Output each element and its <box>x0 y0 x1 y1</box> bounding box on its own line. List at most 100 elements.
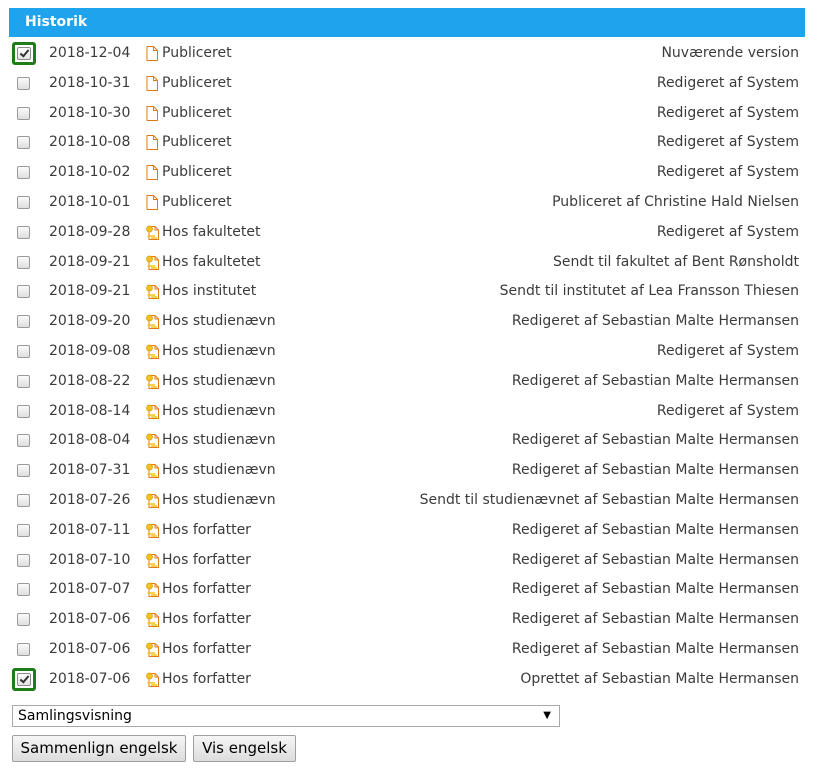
document-pending-icon <box>146 344 159 359</box>
history-row: 2018-07-26 Hos studienævn Sendt til studie… <box>9 487 805 517</box>
version-checkbox[interactable] <box>17 255 30 269</box>
history-row: 2018-09-21 Hos fakultetet Sendt til fakult… <box>9 249 805 279</box>
version-date: 2018-09-21 <box>49 253 131 270</box>
version-checkbox[interactable] <box>17 493 30 507</box>
version-checkbox[interactable] <box>17 285 30 299</box>
version-note: Sendt til studienævnet af Sebastian Malt… <box>419 491 799 508</box>
version-status: Publiceret <box>162 74 232 91</box>
version-status: Hos forfatter <box>162 670 251 687</box>
document-pending-icon <box>146 642 159 657</box>
version-status: Hos forfatter <box>162 581 251 598</box>
version-checkbox[interactable] <box>17 225 30 239</box>
version-note: Redigeret af Sebastian Malte Hermansen <box>511 611 799 628</box>
version-note: Redigeret af System <box>656 223 799 240</box>
version-date: 2018-08-04 <box>49 432 131 449</box>
history-row: 2018-07-06 Hos forfatter Redigeret af Seba… <box>9 636 805 666</box>
version-date: 2018-10-02 <box>49 164 131 181</box>
version-checkbox[interactable] <box>17 642 30 656</box>
compare-english-button[interactable]: Sammenlign engelsk <box>12 735 186 762</box>
version-checkbox[interactable] <box>17 315 30 329</box>
document-icon <box>146 194 158 210</box>
history-row: 2018-08-14 Hos studienævn Redigeret af Sys… <box>9 398 805 428</box>
document-icon <box>146 165 158 181</box>
version-note: Redigeret af Sebastian Malte Hermansen <box>511 313 799 330</box>
document-pending-icon <box>146 314 159 330</box>
document-pending-icon <box>146 463 159 479</box>
dropdown-arrow-icon: ▼ <box>543 710 551 721</box>
document-pending-icon <box>146 284 159 300</box>
document-pending-icon <box>146 404 159 419</box>
history-row: 2018-08-04 Hos studienævn Redigeret af Seb… <box>9 427 805 457</box>
document-pending-icon <box>146 672 159 687</box>
document-pending-icon <box>146 582 159 598</box>
version-checkbox[interactable] <box>17 583 30 597</box>
version-checkbox[interactable] <box>17 344 30 358</box>
history-list: 2018-12-04 Publiceret Nuværende version 201… <box>9 40 805 696</box>
version-date: 2018-07-07 <box>49 581 131 598</box>
version-status: Hos studienævn <box>162 491 276 508</box>
version-note: Redigeret af Sebastian Malte Hermansen <box>511 640 799 657</box>
document-pending-icon <box>146 493 159 508</box>
history-row: 2018-10-01 Publiceret Publiceret af Christ… <box>9 189 805 219</box>
version-note: Redigeret af System <box>656 74 799 91</box>
version-date: 2018-10-31 <box>49 74 131 91</box>
history-header: Historik <box>9 8 805 37</box>
history-row: 2018-07-11 Hos forfatter Redigeret af Seba… <box>9 517 805 547</box>
document-pending-icon <box>146 225 159 240</box>
history-row: 2018-10-30 Publiceret Redigeret af System <box>9 100 805 130</box>
version-checkbox[interactable] <box>12 667 36 691</box>
version-status: Hos studienævn <box>162 342 276 359</box>
history-row: 2018-09-21 Hos institutet Sendt til instit… <box>9 278 805 308</box>
version-checkbox[interactable] <box>17 434 30 448</box>
version-status: Hos studienævn <box>162 372 276 389</box>
document-pending-icon <box>146 523 159 538</box>
version-status: Publiceret <box>162 134 232 151</box>
document-icon <box>146 135 158 151</box>
version-note: Redigeret af Sebastian Malte Hermansen <box>511 521 799 538</box>
version-status: Publiceret <box>162 45 232 61</box>
version-date: 2018-09-21 <box>49 283 131 300</box>
version-note: Redigeret af System <box>656 134 799 151</box>
version-checkbox[interactable] <box>17 76 30 90</box>
version-checkbox[interactable] <box>17 613 30 627</box>
version-checkbox[interactable] <box>17 195 30 209</box>
version-note: Redigeret af System <box>656 104 799 121</box>
version-date: 2018-07-11 <box>49 521 131 538</box>
version-status: Hos fakultetet <box>162 223 261 240</box>
view-mode-select[interactable]: Samlingsvisning ▼ <box>12 705 560 727</box>
document-icon <box>146 46 158 61</box>
version-status: Publiceret <box>162 104 232 121</box>
version-checkbox[interactable] <box>17 523 30 537</box>
version-note: Publiceret af Christine Hald Nielsen <box>552 193 799 210</box>
history-row: 2018-09-20 Hos studienævn Redigeret af Seb… <box>9 308 805 338</box>
version-note: Sendt til institutet af Lea Fransson Thi… <box>499 283 799 300</box>
version-date: 2018-10-08 <box>49 134 131 151</box>
history-row: 2018-10-02 Publiceret Redigeret af System <box>9 159 805 189</box>
version-date: 2018-07-06 <box>49 670 131 687</box>
history-row: 2018-12-04 Publiceret Nuværende version <box>9 40 805 70</box>
version-status: Hos studienævn <box>162 313 276 330</box>
version-checkbox[interactable] <box>17 404 30 418</box>
checkmark-icon <box>17 672 31 686</box>
version-checkbox[interactable] <box>17 106 30 120</box>
version-checkbox[interactable] <box>17 374 30 388</box>
history-row: 2018-09-08 Hos studienævn Redigeret af Sys… <box>9 338 805 368</box>
version-note: Redigeret af Sebastian Malte Hermansen <box>511 551 799 568</box>
version-status: Hos studienævn <box>162 462 276 479</box>
view-english-button[interactable]: Vis engelsk <box>193 735 296 762</box>
version-checkbox[interactable] <box>17 166 30 180</box>
document-pending-icon <box>146 255 159 270</box>
document-pending-icon <box>146 433 159 449</box>
version-status: Hos forfatter <box>162 640 251 657</box>
version-note: Redigeret af Sebastian Malte Hermansen <box>511 581 799 598</box>
version-note: Redigeret af System <box>656 342 799 359</box>
version-checkbox[interactable] <box>17 136 30 150</box>
history-row: 2018-07-10 Hos forfatter Redigeret af Seba… <box>9 547 805 577</box>
version-date: 2018-07-31 <box>49 462 131 479</box>
version-note: Redigeret af System <box>656 402 799 419</box>
version-checkbox[interactable] <box>12 42 36 65</box>
version-note: Sendt til fakultet af Bent Rønsholdt <box>552 253 799 270</box>
version-checkbox[interactable] <box>17 464 30 478</box>
version-status: Hos fakultetet <box>162 253 261 270</box>
version-checkbox[interactable] <box>17 553 30 567</box>
